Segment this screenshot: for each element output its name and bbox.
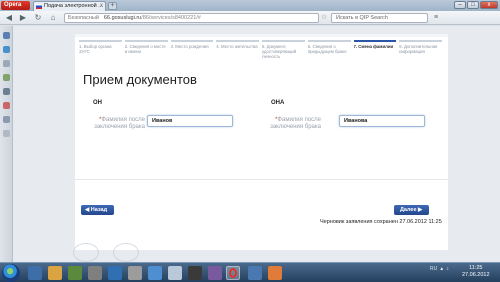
step-progress: 1. Выбор органа ЗАГС 2. Сведения о месте… <box>79 40 445 62</box>
reload-icon[interactable]: ↻ <box>33 13 43 23</box>
opera-menu-button[interactable]: Opera <box>1 1 30 10</box>
feeds-icon[interactable] <box>3 74 10 81</box>
clock-time: 11:25 <box>469 265 483 271</box>
page-title: Прием документов <box>83 72 197 87</box>
step-7-current[interactable]: 7. Смена фамилии <box>353 40 397 62</box>
app6-taskbar-icon[interactable] <box>248 266 262 280</box>
bookmarks-icon[interactable] <box>3 32 10 39</box>
window-controls: – □ x <box>454 1 498 9</box>
back-button[interactable]: ◀ Назад <box>81 205 114 215</box>
draft-saved-status: Черновик заявления сохранен 27.06.2012 1… <box>320 219 442 225</box>
browser-toolbar: ◀ ▶ ↻ ⌂ Безопасный 66.gosuslugi.ru/86/ser… <box>0 11 500 25</box>
footer-emblem-logo <box>113 243 139 262</box>
page-content: 1. Выбор органа ЗАГС 2. Сведения о месте… <box>13 26 500 262</box>
tools-menu-icon[interactable]: ≡ <box>434 14 438 21</box>
groom-surname-label-text: Фамилия после заключения брака <box>94 117 145 130</box>
system-tray: RU ▲ ♪ <box>430 266 449 272</box>
step-6[interactable]: 6. Сведения о предыдущем браке <box>307 40 351 62</box>
tab-title: Подача электронной ... <box>44 3 103 9</box>
step-5[interactable]: 5. Документ, удостоверяющий личность <box>262 40 305 62</box>
virtualbox-taskbar-icon[interactable] <box>168 266 182 280</box>
windows-taskbar: RU ▲ ♪ 11:25 27.06.2012 <box>0 262 500 282</box>
address-path: /86/services/s8400221/# <box>141 15 201 21</box>
clock-date: 27.06.2012 <box>462 272 490 278</box>
home-icon[interactable]: ⌂ <box>48 13 58 23</box>
step-8[interactable]: 8. Дополнительная информация <box>399 40 442 62</box>
panels-icon[interactable] <box>3 130 10 137</box>
maximize-button[interactable]: □ <box>467 1 479 9</box>
opera-logo-icon <box>229 268 237 278</box>
media-taskbar-icon[interactable] <box>68 266 82 280</box>
ie-taskbar-icon[interactable] <box>28 266 42 280</box>
groom-heading: ОН <box>93 100 102 106</box>
app2-taskbar-icon[interactable] <box>128 266 142 280</box>
groom-surname-label: *Фамилия после заключения брака <box>85 117 145 131</box>
mail-icon[interactable] <box>3 46 10 53</box>
volume-icon[interactable]: ♪ <box>446 266 449 272</box>
new-tab-button[interactable]: + <box>108 2 117 10</box>
app3-taskbar-icon[interactable] <box>148 266 162 280</box>
language-indicator[interactable]: RU <box>430 266 437 272</box>
russia-flag-icon <box>36 4 42 9</box>
minimize-button[interactable]: – <box>454 1 466 9</box>
card-top-strip <box>75 34 448 37</box>
search-input[interactable]: Искать в QIP Search <box>331 13 428 23</box>
clock[interactable]: 11:25 27.06.2012 <box>462 265 490 279</box>
form-card: 1. Выбор органа ЗАГС 2. Сведения о месте… <box>75 34 448 250</box>
next-button[interactable]: Далее ▶ <box>394 205 429 215</box>
bride-surname-label: *Фамилия после заключения брака <box>261 117 321 131</box>
bookmark-star-icon[interactable]: ☆ <box>321 13 327 21</box>
step-1[interactable]: 1. Выбор органа ЗАГС <box>79 40 122 62</box>
groom-surname-input[interactable]: Иванов <box>147 115 233 127</box>
explorer-taskbar-icon[interactable] <box>48 266 62 280</box>
address-secure-label: Безопасный <box>68 15 99 21</box>
opera-taskbar-icon[interactable] <box>226 266 240 280</box>
qip-taskbar-icon[interactable] <box>108 266 122 280</box>
start-button[interactable] <box>2 264 20 282</box>
contacts-icon[interactable] <box>3 60 10 67</box>
address-host: 66.gosuslugi.ru <box>103 15 142 21</box>
tab-close-icon[interactable]: x <box>100 2 103 11</box>
downloads-icon[interactable] <box>3 102 10 109</box>
back-arrow-icon[interactable]: ◀ <box>4 13 14 23</box>
bride-surname-input[interactable]: Иванова <box>339 115 425 127</box>
browser-titlebar: Opera Подача электронной ... x + – □ x <box>0 0 500 11</box>
app7-taskbar-icon[interactable] <box>268 266 282 280</box>
app5-taskbar-icon[interactable] <box>208 266 222 280</box>
step-4[interactable]: 4. Место жительства <box>216 40 259 62</box>
address-bar[interactable]: Безопасный 66.gosuslugi.ru/86/services/s8… <box>64 13 319 23</box>
close-window-button[interactable]: x <box>480 1 498 9</box>
bride-heading: ОНА <box>271 100 285 106</box>
step-3[interactable]: 3. Место рождения <box>170 40 214 62</box>
step-2[interactable]: 2. Сведения о месте и имени <box>124 40 168 62</box>
notes-icon[interactable] <box>3 88 10 95</box>
app-taskbar-icon[interactable] <box>88 266 102 280</box>
history-icon[interactable] <box>3 116 10 123</box>
forward-arrow-icon[interactable]: ▶ <box>18 13 28 23</box>
divider <box>75 179 448 180</box>
tray-expand-icon[interactable]: ▲ <box>439 266 444 272</box>
bride-surname-label-text: Фамилия после заключения брака <box>270 117 321 130</box>
coat-of-arms-logo <box>73 243 99 262</box>
browser-side-panel <box>0 26 13 262</box>
app4-taskbar-icon[interactable] <box>188 266 202 280</box>
browser-tab[interactable]: Подача электронной ... x <box>33 1 106 11</box>
